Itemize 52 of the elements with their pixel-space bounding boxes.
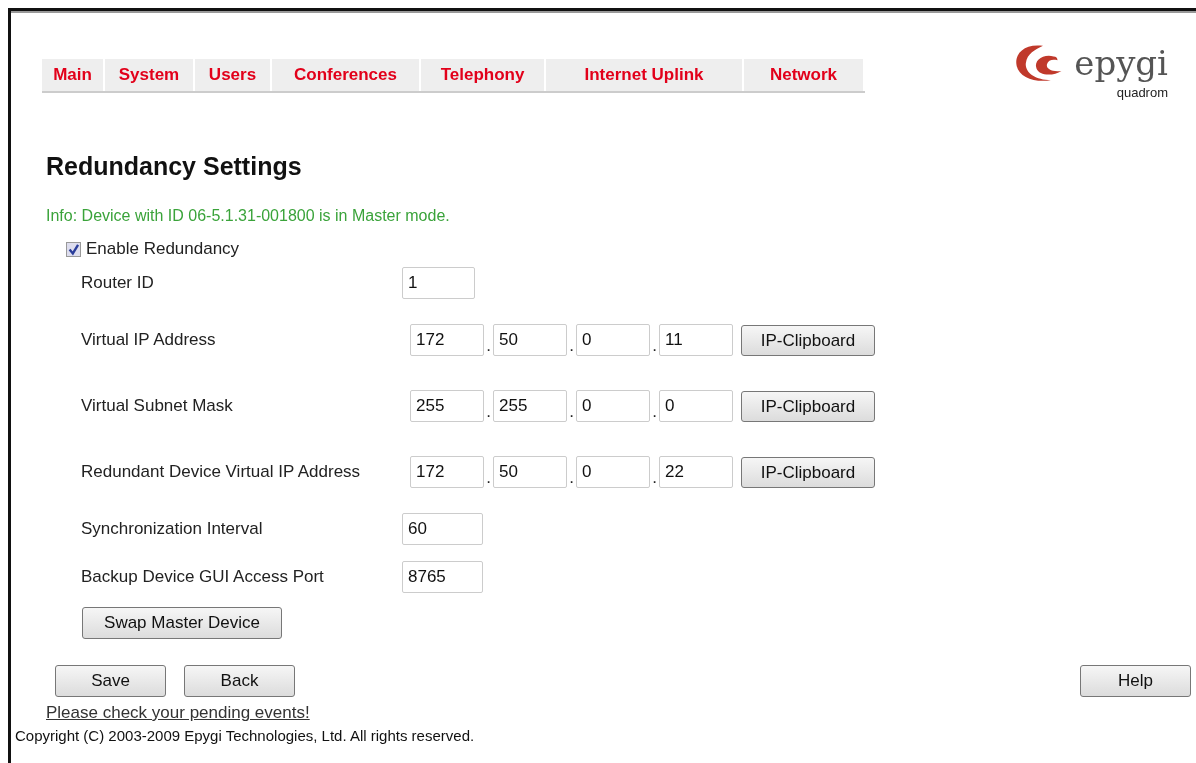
ip-octet-field[interactable]: 0: [576, 324, 650, 356]
ip-octet-field[interactable]: 0: [659, 390, 733, 422]
ip-clipboard-button[interactable]: IP-Clipboard: [741, 457, 875, 488]
ip-clipboard-button[interactable]: IP-Clipboard: [741, 391, 875, 422]
checkbox-label: Enable Redundancy: [86, 239, 240, 259]
field-label: Synchronization Interval: [81, 519, 264, 539]
ip-octet-field[interactable]: 50: [493, 324, 567, 356]
page-title: Redundancy Settings: [46, 152, 303, 181]
logo-subtitle: quadrom: [1116, 85, 1168, 100]
ip-octet-field[interactable]: 0: [576, 456, 650, 488]
separator-dot: .: [485, 402, 492, 422]
ip-octet-field[interactable]: 0: [576, 390, 650, 422]
separator-dot: .: [568, 402, 575, 422]
field-label: Backup Device GUI Access Port: [81, 567, 325, 587]
separator-dot: .: [651, 468, 658, 488]
separator-dot: .: [651, 336, 658, 356]
nav-tab[interactable]: Network: [744, 59, 865, 91]
input-field[interactable]: 8765: [402, 561, 483, 593]
swap-master-button[interactable]: Swap Master Device: [82, 607, 282, 639]
separator-dot: .: [651, 402, 658, 422]
separator-dot: .: [485, 336, 492, 356]
ip-octet-field[interactable]: 22: [659, 456, 733, 488]
input-field[interactable]: 1: [402, 267, 475, 299]
action-button[interactable]: Save: [55, 665, 166, 697]
ip-clipboard-button[interactable]: IP-Clipboard: [741, 325, 875, 356]
input-field[interactable]: 60: [402, 513, 483, 545]
nav-tab[interactable]: System: [105, 59, 195, 91]
nav-tab[interactable]: Internet Uplink: [546, 59, 744, 91]
separator-dot: .: [568, 468, 575, 488]
copyright-text: Copyright (C) 2003-2009 Epygi Technologies, Ltd. All rights reserved.: [15, 727, 476, 744]
ip-octet-field[interactable]: 172: [410, 456, 484, 488]
ip-octet-field[interactable]: 255: [493, 390, 567, 422]
ip-octet-field[interactable]: 50: [493, 456, 567, 488]
nav-tab[interactable]: Users: [195, 59, 272, 91]
nav-tab[interactable]: Conferences: [272, 59, 421, 91]
field-label: Redundant Device Virtual IP Address: [81, 462, 362, 482]
ip-octet-field[interactable]: 11: [659, 324, 733, 356]
nav-tab[interactable]: Main: [42, 59, 105, 91]
action-button[interactable]: Back: [184, 665, 295, 697]
checkbox[interactable]: [66, 241, 81, 257]
ip-octet-field[interactable]: 172: [410, 324, 484, 356]
field-label: Router ID: [81, 273, 155, 293]
field-label: Virtual Subnet Mask: [81, 396, 234, 416]
field-label: Virtual IP Address: [81, 330, 217, 350]
help-button[interactable]: Help: [1080, 665, 1191, 697]
nav-tab[interactable]: Telephony: [421, 59, 546, 91]
ip-octet-field[interactable]: 255: [410, 390, 484, 422]
logo-wordmark: epygi: [1074, 46, 1168, 80]
info-message: Info: Device with ID 06-5.1.31-001800 is in Master mode.: [46, 207, 451, 225]
pending-events-link[interactable]: Please check your pending events!: [46, 703, 310, 723]
separator-dot: .: [568, 336, 575, 356]
separator-dot: .: [485, 468, 492, 488]
